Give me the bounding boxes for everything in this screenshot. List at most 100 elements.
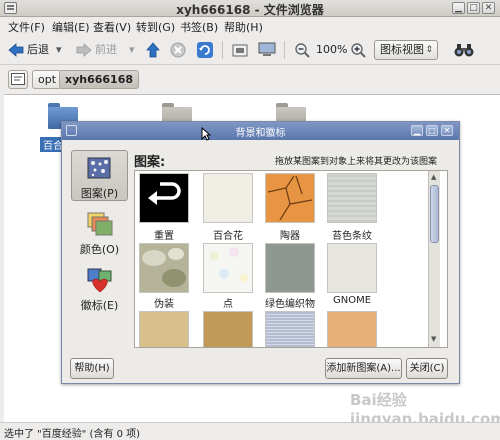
back-arrow-icon bbox=[8, 43, 24, 57]
computer-button[interactable] bbox=[258, 40, 276, 60]
stop-button[interactable] bbox=[170, 40, 186, 60]
pattern-swatch[interactable] bbox=[327, 243, 377, 293]
home-button[interactable] bbox=[232, 40, 248, 60]
pattern-label: 绿色编织物 bbox=[265, 299, 315, 310]
dialog-minimize-button[interactable]: ▁ bbox=[411, 125, 423, 136]
breadcrumb-opt[interactable]: opt bbox=[32, 70, 63, 89]
patterns-heading: 图案: bbox=[134, 155, 166, 170]
pattern-label: 重置 bbox=[154, 231, 174, 242]
select-arrows-icon: ⇕ bbox=[425, 45, 433, 55]
back-label: 后退 bbox=[27, 43, 49, 56]
close-button[interactable]: ✕ bbox=[482, 2, 495, 14]
category-label: 图案(P) bbox=[80, 187, 119, 200]
pattern-swatch[interactable] bbox=[139, 173, 189, 223]
dialog-title-bar: 背景和徽标 ▁ □ ✕ bbox=[62, 122, 459, 140]
pattern-swatch[interactable] bbox=[265, 243, 315, 293]
category-label: 徽标(E) bbox=[80, 299, 119, 312]
dialog-title: 背景和徽标 bbox=[235, 128, 286, 139]
pattern-swatch[interactable] bbox=[327, 311, 377, 347]
pattern-label: GNOME bbox=[332, 295, 372, 306]
toolbar: 后退 ▾ 前进 ▾ 100% 图标视图 ⇕ bbox=[0, 35, 500, 65]
background-emblem-dialog: 背景和徽标 ▁ □ ✕ 图案(P) 颜色(O) 徽标(E) 图案: 拖放某图案到… bbox=[61, 121, 460, 384]
category-colors[interactable]: 颜色(O) bbox=[71, 206, 128, 257]
mouse-cursor-icon bbox=[201, 127, 211, 141]
zoom-out-button[interactable] bbox=[294, 40, 310, 60]
minimize-button[interactable]: ▁ bbox=[452, 2, 465, 14]
menu-file[interactable]: 文件(F) bbox=[8, 19, 45, 35]
zoom-level[interactable]: 100% bbox=[316, 40, 347, 60]
color-swatches-icon bbox=[87, 212, 113, 236]
status-text: 选中了 "百度经验" (含有 0 项) bbox=[4, 429, 141, 440]
stop-icon bbox=[170, 42, 186, 58]
reload-icon bbox=[197, 42, 213, 58]
crackle-texture bbox=[267, 175, 313, 221]
text-location-icon bbox=[11, 73, 25, 85]
reset-arrow-icon bbox=[148, 182, 181, 205]
forward-arrow-icon bbox=[76, 43, 92, 57]
menu-bar: 文件(F) 编辑(E) 查看(V) 转到(G) 书签(B) 帮助(H) bbox=[0, 17, 500, 35]
home-folder-icon bbox=[232, 44, 248, 57]
zoom-in-icon bbox=[351, 43, 366, 58]
view-mode-select[interactable]: 图标视图 ⇕ bbox=[374, 40, 438, 60]
forward-button[interactable]: 前进 bbox=[76, 40, 126, 60]
pattern-swatch[interactable] bbox=[203, 243, 253, 293]
computer-icon bbox=[258, 42, 276, 56]
forward-label: 前进 bbox=[95, 43, 117, 56]
file-browser-window: xyh666168 - 文件浏览器 ▁ □ ✕ 文件(F) 编辑(E) 查看(V… bbox=[0, 0, 500, 440]
drag-hint: 拖放某图案到对象上来将其更改为该图案 bbox=[275, 157, 438, 167]
category-emblems[interactable]: 徽标(E) bbox=[71, 262, 128, 313]
location-toggle-button[interactable] bbox=[8, 70, 28, 89]
pattern-swatch[interactable] bbox=[327, 173, 377, 223]
pattern-label: 伪装 bbox=[154, 299, 174, 310]
menu-view[interactable]: 查看(V) bbox=[93, 19, 131, 35]
pattern-label: 苔色条纹 bbox=[332, 231, 372, 242]
up-arrow-icon bbox=[146, 42, 160, 58]
back-button[interactable]: 后退 bbox=[8, 40, 54, 60]
menu-help[interactable]: 帮助(H) bbox=[224, 19, 263, 35]
pattern-scrollbar[interactable]: ▲ ▼ bbox=[428, 171, 440, 347]
scroll-down-icon[interactable]: ▼ bbox=[431, 335, 436, 343]
back-history-chevron-icon[interactable]: ▾ bbox=[56, 40, 66, 60]
toolbar-separator bbox=[222, 41, 223, 59]
patterns-icon bbox=[87, 157, 111, 179]
help-button[interactable]: 帮助(H) bbox=[70, 358, 114, 379]
pattern-swatch[interactable] bbox=[265, 173, 315, 223]
dialog-close-button[interactable]: ✕ bbox=[441, 125, 453, 136]
dialog-maximize-button[interactable]: □ bbox=[426, 125, 438, 136]
window-title: xyh666168 - 文件浏览器 bbox=[176, 3, 324, 17]
binoculars-icon bbox=[454, 44, 474, 57]
scrollbar-thumb[interactable] bbox=[430, 185, 439, 243]
breadcrumb-current[interactable]: xyh666168 bbox=[59, 70, 140, 89]
pattern-label: 点 bbox=[223, 299, 233, 310]
close-dialog-button[interactable]: 关闭(C) bbox=[406, 358, 448, 379]
pattern-swatch[interactable] bbox=[203, 173, 253, 223]
maximize-button[interactable]: □ bbox=[467, 2, 480, 14]
title-bar: xyh666168 - 文件浏览器 ▁ □ ✕ bbox=[0, 0, 500, 17]
menu-edit[interactable]: 编辑(E) bbox=[52, 19, 90, 35]
pattern-label: 陶器 bbox=[280, 231, 300, 242]
pattern-swatch[interactable] bbox=[203, 311, 253, 347]
pattern-grid: 重置 百合花 陶器 苔色条纹 伪装 点 绿色编织物 GNOME bbox=[134, 170, 448, 348]
add-pattern-button[interactable]: 添加新图案(A)... bbox=[325, 358, 402, 379]
pattern-swatch[interactable] bbox=[139, 311, 189, 347]
search-button[interactable] bbox=[454, 40, 476, 60]
toolbar-separator bbox=[284, 41, 285, 59]
menu-go[interactable]: 转到(G) bbox=[136, 19, 175, 35]
category-patterns[interactable]: 图案(P) bbox=[71, 150, 128, 201]
zoom-in-button[interactable] bbox=[350, 40, 366, 60]
zoom-out-icon bbox=[295, 43, 310, 58]
reload-button[interactable] bbox=[197, 40, 213, 60]
scroll-up-icon[interactable]: ▲ bbox=[431, 173, 436, 181]
dots-texture bbox=[210, 247, 248, 282]
forward-history-chevron-icon[interactable]: ▾ bbox=[129, 40, 139, 60]
camo-texture bbox=[142, 248, 186, 287]
up-button[interactable] bbox=[145, 40, 161, 60]
status-bar: 选中了 "百度经验" (含有 0 项) bbox=[0, 422, 500, 440]
pattern-label: 百合花 bbox=[213, 231, 243, 242]
category-label: 颜色(O) bbox=[79, 243, 120, 256]
view-mode-value: 图标视图 bbox=[380, 43, 424, 56]
emblems-icon bbox=[87, 268, 112, 293]
menu-bookmarks[interactable]: 书签(B) bbox=[180, 19, 218, 35]
pattern-swatch[interactable] bbox=[139, 243, 189, 293]
pattern-swatch[interactable] bbox=[265, 311, 315, 347]
